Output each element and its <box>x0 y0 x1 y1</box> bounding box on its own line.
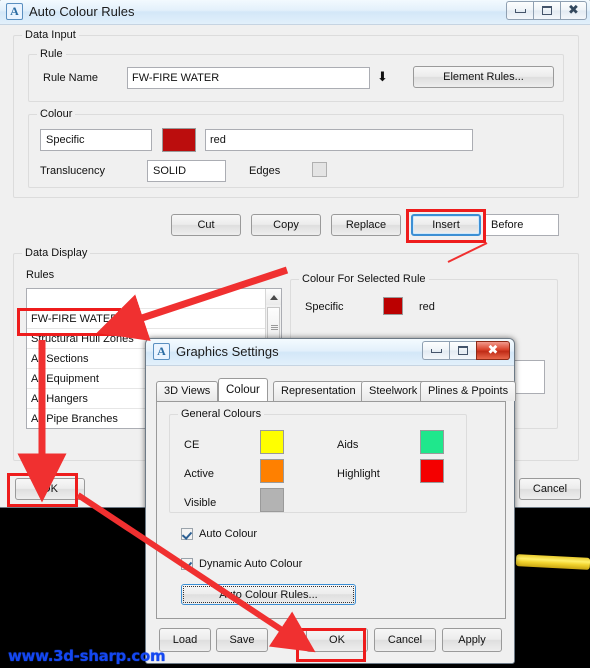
maximize-icon[interactable] <box>533 1 560 20</box>
graphics-settings-window: A Graphics Settings ✖ 3D Views Colour Re… <box>145 338 517 664</box>
ce-label: CE <box>184 439 200 451</box>
close-icon[interactable]: ✖ <box>560 1 587 20</box>
colour-mode-select[interactable]: Specific <box>40 129 152 151</box>
rule-name-label: Rule Name <box>43 72 99 84</box>
ce-colour-swatch[interactable] <box>260 430 284 454</box>
selected-colour-name: red <box>419 301 435 313</box>
rule-name-input[interactable]: FW-FIRE WATER <box>127 67 370 89</box>
graphics-ok-button[interactable]: OK <box>306 628 368 652</box>
selected-colour-mode-label: Specific <box>305 301 344 313</box>
rule-legend: Rule <box>37 48 66 60</box>
replace-button[interactable]: Replace <box>331 214 401 236</box>
dynamic-auto-colour-label: Dynamic Auto Colour <box>199 558 303 570</box>
save-button[interactable]: Save <box>216 628 268 652</box>
insert-position-select[interactable]: Before <box>485 214 559 236</box>
list-item[interactable] <box>27 289 281 309</box>
load-button[interactable]: Load <box>159 628 211 652</box>
maximize-icon[interactable] <box>449 341 476 360</box>
auto-colour-rules-titlebar: A Auto Colour Rules ✖ <box>0 0 590 25</box>
auto-colour-label: Auto Colour <box>199 528 258 540</box>
general-colours-legend: General Colours <box>178 408 265 420</box>
rule-group: Rule Rule Name FW-FIRE WATER ⬇ Element R… <box>28 48 564 102</box>
window-controls: ✖ <box>506 1 587 20</box>
main-ok-button[interactable]: OK <box>15 478 85 500</box>
graphics-settings-titlebar: A Graphics Settings ✖ <box>146 339 514 366</box>
minimize-icon[interactable] <box>422 341 449 360</box>
auto-colour-checkbox[interactable] <box>181 528 193 540</box>
app-a-icon: A <box>6 3 23 20</box>
tab-steelwork[interactable]: Steelwork <box>361 381 426 401</box>
active-label: Active <box>184 468 214 480</box>
colour-legend: Colour <box>37 108 76 120</box>
window-title: Auto Colour Rules <box>29 4 135 19</box>
colour-swatch[interactable] <box>162 128 196 152</box>
translucency-label: Translucency <box>40 165 106 177</box>
active-colour-swatch[interactable] <box>260 459 284 483</box>
graphics-cancel-button[interactable]: Cancel <box>374 628 436 652</box>
colour-name-input[interactable]: red <box>205 129 473 151</box>
screenshot-root: A Auto Colour Rules ✖ Data Input Rule Ru… <box>0 0 590 668</box>
colour-group: Colour Specific red Translucency SOLID E… <box>28 108 564 188</box>
cut-button[interactable]: Cut <box>171 214 241 236</box>
element-rules-button[interactable]: Element Rules... <box>413 66 554 88</box>
close-icon[interactable]: ✖ <box>476 341 510 360</box>
background-pipe <box>515 554 590 570</box>
visible-colour-swatch[interactable] <box>260 488 284 512</box>
highlight-colour-swatch[interactable] <box>420 459 444 483</box>
site-watermark: www.3d-sharp.com <box>8 647 166 665</box>
rules-label: Rules <box>26 269 55 281</box>
graphics-settings-title: Graphics Settings <box>176 344 279 359</box>
general-colours-group: General Colours CE Active Visible Aids H… <box>169 408 467 513</box>
list-item[interactable]: FW-FIRE WATER <box>27 309 281 329</box>
visible-label: Visible <box>184 497 217 509</box>
highlight-label: Highlight <box>337 468 380 480</box>
dynamic-auto-colour-checkbox[interactable] <box>181 558 193 570</box>
main-cancel-button[interactable]: Cancel <box>519 478 581 500</box>
tab-3d-views[interactable]: 3D Views <box>156 381 219 401</box>
edges-label: Edges <box>249 165 281 177</box>
selected-colour-swatch <box>383 297 403 315</box>
tab-representation[interactable]: Representation <box>273 381 364 401</box>
copy-button[interactable]: Copy <box>251 214 321 236</box>
app-a-icon: A <box>153 343 170 360</box>
colour-for-selected-legend: Colour For Selected Rule <box>299 273 429 285</box>
edges-checkbox[interactable] <box>312 162 327 177</box>
data-input-legend: Data Input <box>22 29 79 41</box>
graphics-settings-window-controls: ✖ <box>422 341 510 360</box>
graphics-settings-tabstrip: 3D Views Colour Representation Steelwork… <box>156 378 517 401</box>
insert-button[interactable]: Insert <box>411 214 481 236</box>
data-display-legend: Data Display <box>22 247 91 259</box>
aids-label: Aids <box>337 439 359 451</box>
scroll-up-icon[interactable] <box>266 289 281 305</box>
tab-plines-ppoints[interactable]: Plines & Ppoints <box>420 381 517 401</box>
aids-colour-swatch[interactable] <box>420 430 444 454</box>
translucency-select[interactable]: SOLID <box>147 160 226 182</box>
auto-colour-rules-button[interactable]: Auto Colour Rules... <box>181 584 356 605</box>
down-arrow-icon[interactable]: ⬇ <box>377 70 388 85</box>
tab-colour[interactable]: Colour <box>218 378 268 401</box>
minimize-icon[interactable] <box>506 1 533 20</box>
colour-tab-panel: General Colours CE Active Visible Aids H… <box>156 401 506 619</box>
graphics-apply-button[interactable]: Apply <box>442 628 502 652</box>
data-input-group: Data Input Rule Rule Name FW-FIRE WATER … <box>13 29 579 198</box>
